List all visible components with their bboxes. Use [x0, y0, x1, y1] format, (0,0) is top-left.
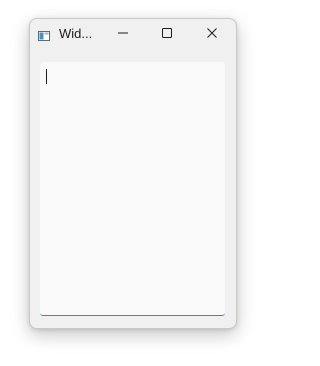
title-bar[interactable]: Wid...: [30, 19, 236, 50]
close-icon: [206, 26, 218, 44]
text-editor[interactable]: [40, 62, 225, 316]
minimize-icon: [117, 26, 129, 44]
maximize-icon: [161, 26, 173, 44]
minimize-button[interactable]: [101, 19, 145, 50]
app-window: Wid...: [29, 18, 237, 329]
window-app-icon: [38, 28, 50, 41]
close-button[interactable]: [190, 19, 234, 50]
text-caret: [46, 69, 47, 84]
maximize-button[interactable]: [145, 19, 189, 50]
window-title: Wid...: [59, 26, 93, 41]
